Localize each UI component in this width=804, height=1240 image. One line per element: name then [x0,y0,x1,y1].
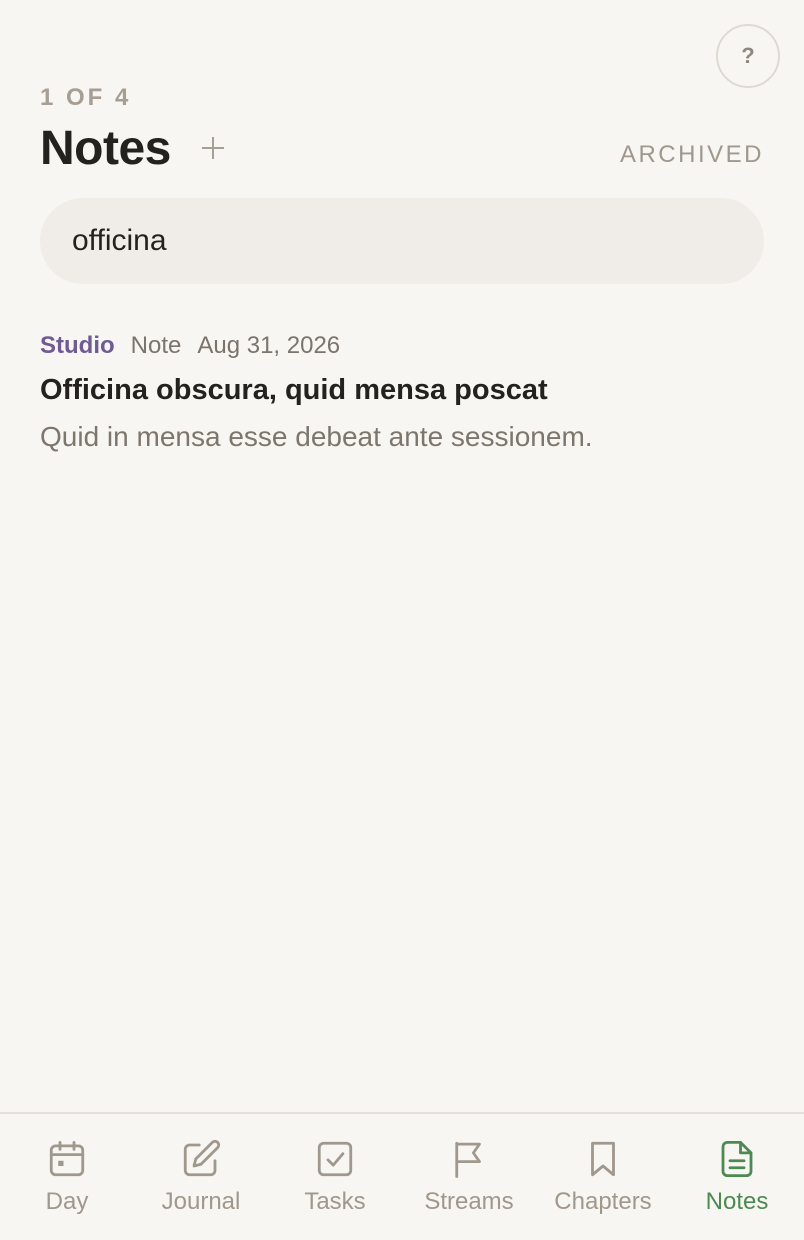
tab-notes-label: Notes [705,1188,769,1215]
tab-chapters[interactable]: Chapters [536,1114,670,1240]
edit-icon [183,1139,221,1177]
search-result-item[interactable]: Studio Note Aug 31, 2026 Officina obscur… [40,332,764,453]
checkbox-icon [317,1141,353,1177]
tab-tasks[interactable]: Tasks [268,1114,402,1240]
bookmark-icon [591,1141,615,1177]
tab-notes[interactable]: Notes [670,1114,804,1240]
header-row: Notes ARCHIVED [40,116,764,180]
flag-icon [455,1141,481,1178]
archived-link[interactable]: ARCHIVED [620,127,764,169]
tab-streams[interactable]: Streams [402,1114,536,1240]
result-date: Aug 31, 2026 [197,332,341,359]
tab-journal[interactable]: Journal [134,1114,268,1240]
tab-chapters-label: Chapters [554,1188,652,1215]
tab-day[interactable]: Day [0,1114,134,1240]
help-button[interactable]: ? [716,24,780,88]
tab-day-label: Day [45,1188,89,1215]
tab-tasks-label: Tasks [304,1188,366,1215]
page-title: Notes [40,121,171,175]
search-input[interactable] [40,198,764,284]
result-type: Note [130,332,182,359]
add-note-button[interactable] [197,132,229,164]
tab-journal-label: Journal [161,1188,241,1215]
calendar-icon [49,1140,85,1177]
bottom-tab-bar: Day Journal Tasks Streams Chapters Notes [0,1112,804,1240]
result-project: Studio [40,332,115,359]
result-counter: 1 OF 4 [40,84,132,111]
notes-screen: ? 1 OF 4 Notes ARCHIVED Studio Note Aug … [0,0,804,1240]
help-button-label: ? [741,43,755,68]
document-icon [721,1140,753,1178]
result-meta: Studio Note Aug 31, 2026 [40,332,764,364]
tab-streams-label: Streams [424,1188,514,1215]
result-title: Officina obscura, quid mensa poscat [40,374,548,406]
result-snippet: Quid in mensa esse debeat ante sessionem… [40,421,593,452]
